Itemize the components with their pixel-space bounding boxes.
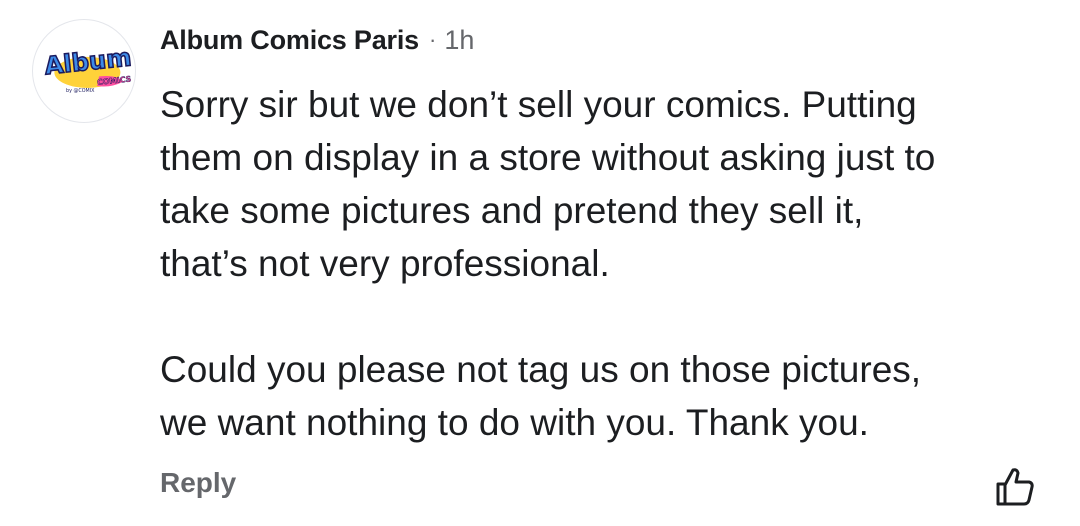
author-name[interactable]: Album Comics Paris	[160, 25, 419, 56]
timestamp[interactable]: 1h	[444, 25, 474, 56]
avatar[interactable]: Album COMICS by @COMIX	[32, 19, 136, 123]
comment: Album COMICS by @COMIX Album Comics Pari…	[0, 0, 1080, 526]
thumbs-up-outline-icon	[996, 468, 1034, 506]
reply-button[interactable]: Reply	[160, 467, 236, 499]
logo-badge: by @COMIX	[66, 88, 95, 94]
comment-paragraph-2: Could you please not tag us on those pic…	[160, 349, 922, 443]
album-comics-logo-icon: Album COMICS by @COMIX	[42, 42, 133, 94]
comment-header: Album Comics Paris · 1h	[160, 22, 474, 58]
comment-body: Sorry sir but we don’t sell your comics.…	[160, 78, 1060, 449]
comment-paragraph-1: Sorry sir but we don’t sell your comics.…	[160, 84, 936, 284]
separator-dot: ·	[428, 27, 437, 52]
like-button[interactable]	[994, 466, 1036, 508]
